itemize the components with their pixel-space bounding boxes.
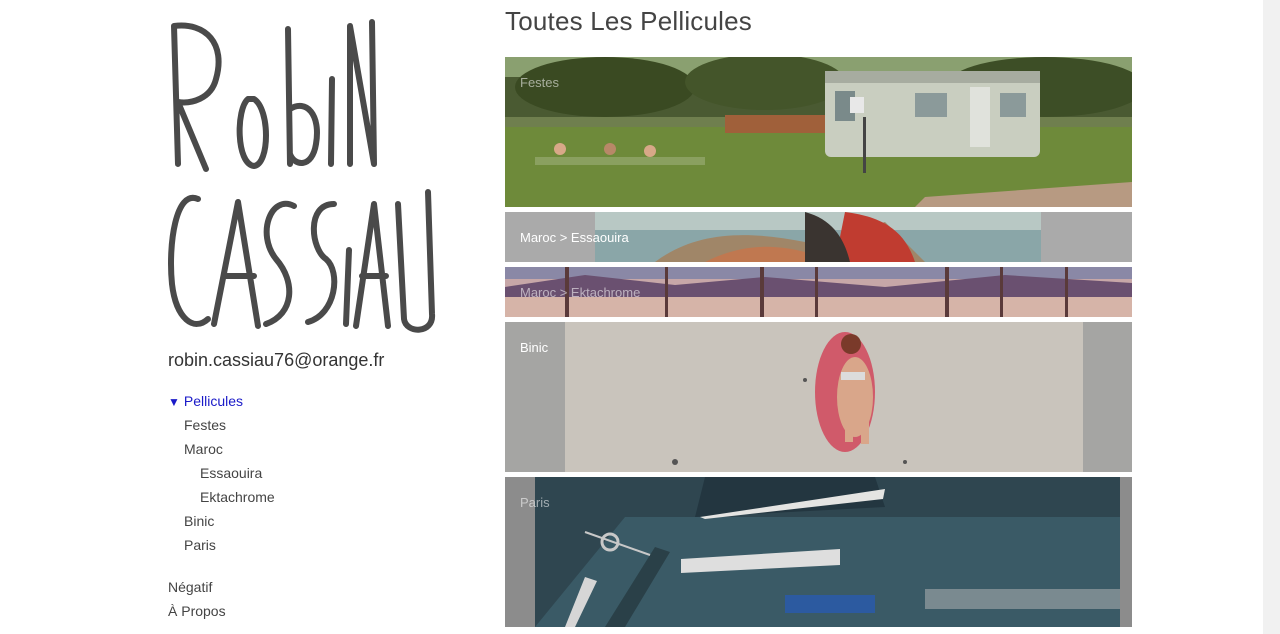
nav-item-apropos[interactable]: À Propos <box>168 603 226 619</box>
page-scrollbar[interactable] <box>1263 0 1280 634</box>
expanded-triangle-icon: ▼ <box>168 395 180 409</box>
film-card-essaouira[interactable]: Maroc > Essaouira <box>505 212 1132 262</box>
film-label: Paris <box>520 495 550 510</box>
film-label: Maroc > Ektachrome <box>520 285 641 300</box>
nav-item-essaouira[interactable]: Essaouira <box>200 465 262 481</box>
paris-photo <box>505 477 1132 627</box>
nav-item-festes[interactable]: Festes <box>184 417 226 433</box>
logo-handwriting <box>168 19 435 333</box>
page-title: Toutes Les Pellicules <box>505 6 752 36</box>
film-card-ektachrome[interactable]: Maroc > Ektachrome <box>505 267 1132 317</box>
nav-item-paris[interactable]: Paris <box>184 537 216 553</box>
film-label: Binic <box>520 340 549 355</box>
nav-item-binic[interactable]: Binic <box>184 513 214 529</box>
contact-email[interactable]: robin.cassiau76@orange.fr <box>168 350 384 371</box>
nav-item-negatif[interactable]: Négatif <box>168 579 212 595</box>
film-card-festes[interactable]: Festes <box>505 57 1132 207</box>
film-label: Maroc > Essaouira <box>520 230 629 245</box>
binic-photo <box>505 322 1132 472</box>
nav-item-ektachrome[interactable]: Ektachrome <box>200 489 275 505</box>
nav-item-pellicules[interactable]: ▼ Pellicules <box>168 393 243 409</box>
nav-item-label: Pellicules <box>183 393 244 409</box>
film-card-binic[interactable]: Binic <box>505 322 1132 472</box>
film-label: Festes <box>520 75 560 90</box>
site-logo[interactable] <box>166 14 438 336</box>
film-card-paris[interactable]: Paris <box>505 477 1132 627</box>
nav-item-maroc[interactable]: Maroc <box>184 441 223 457</box>
festes-photo <box>505 57 1132 207</box>
